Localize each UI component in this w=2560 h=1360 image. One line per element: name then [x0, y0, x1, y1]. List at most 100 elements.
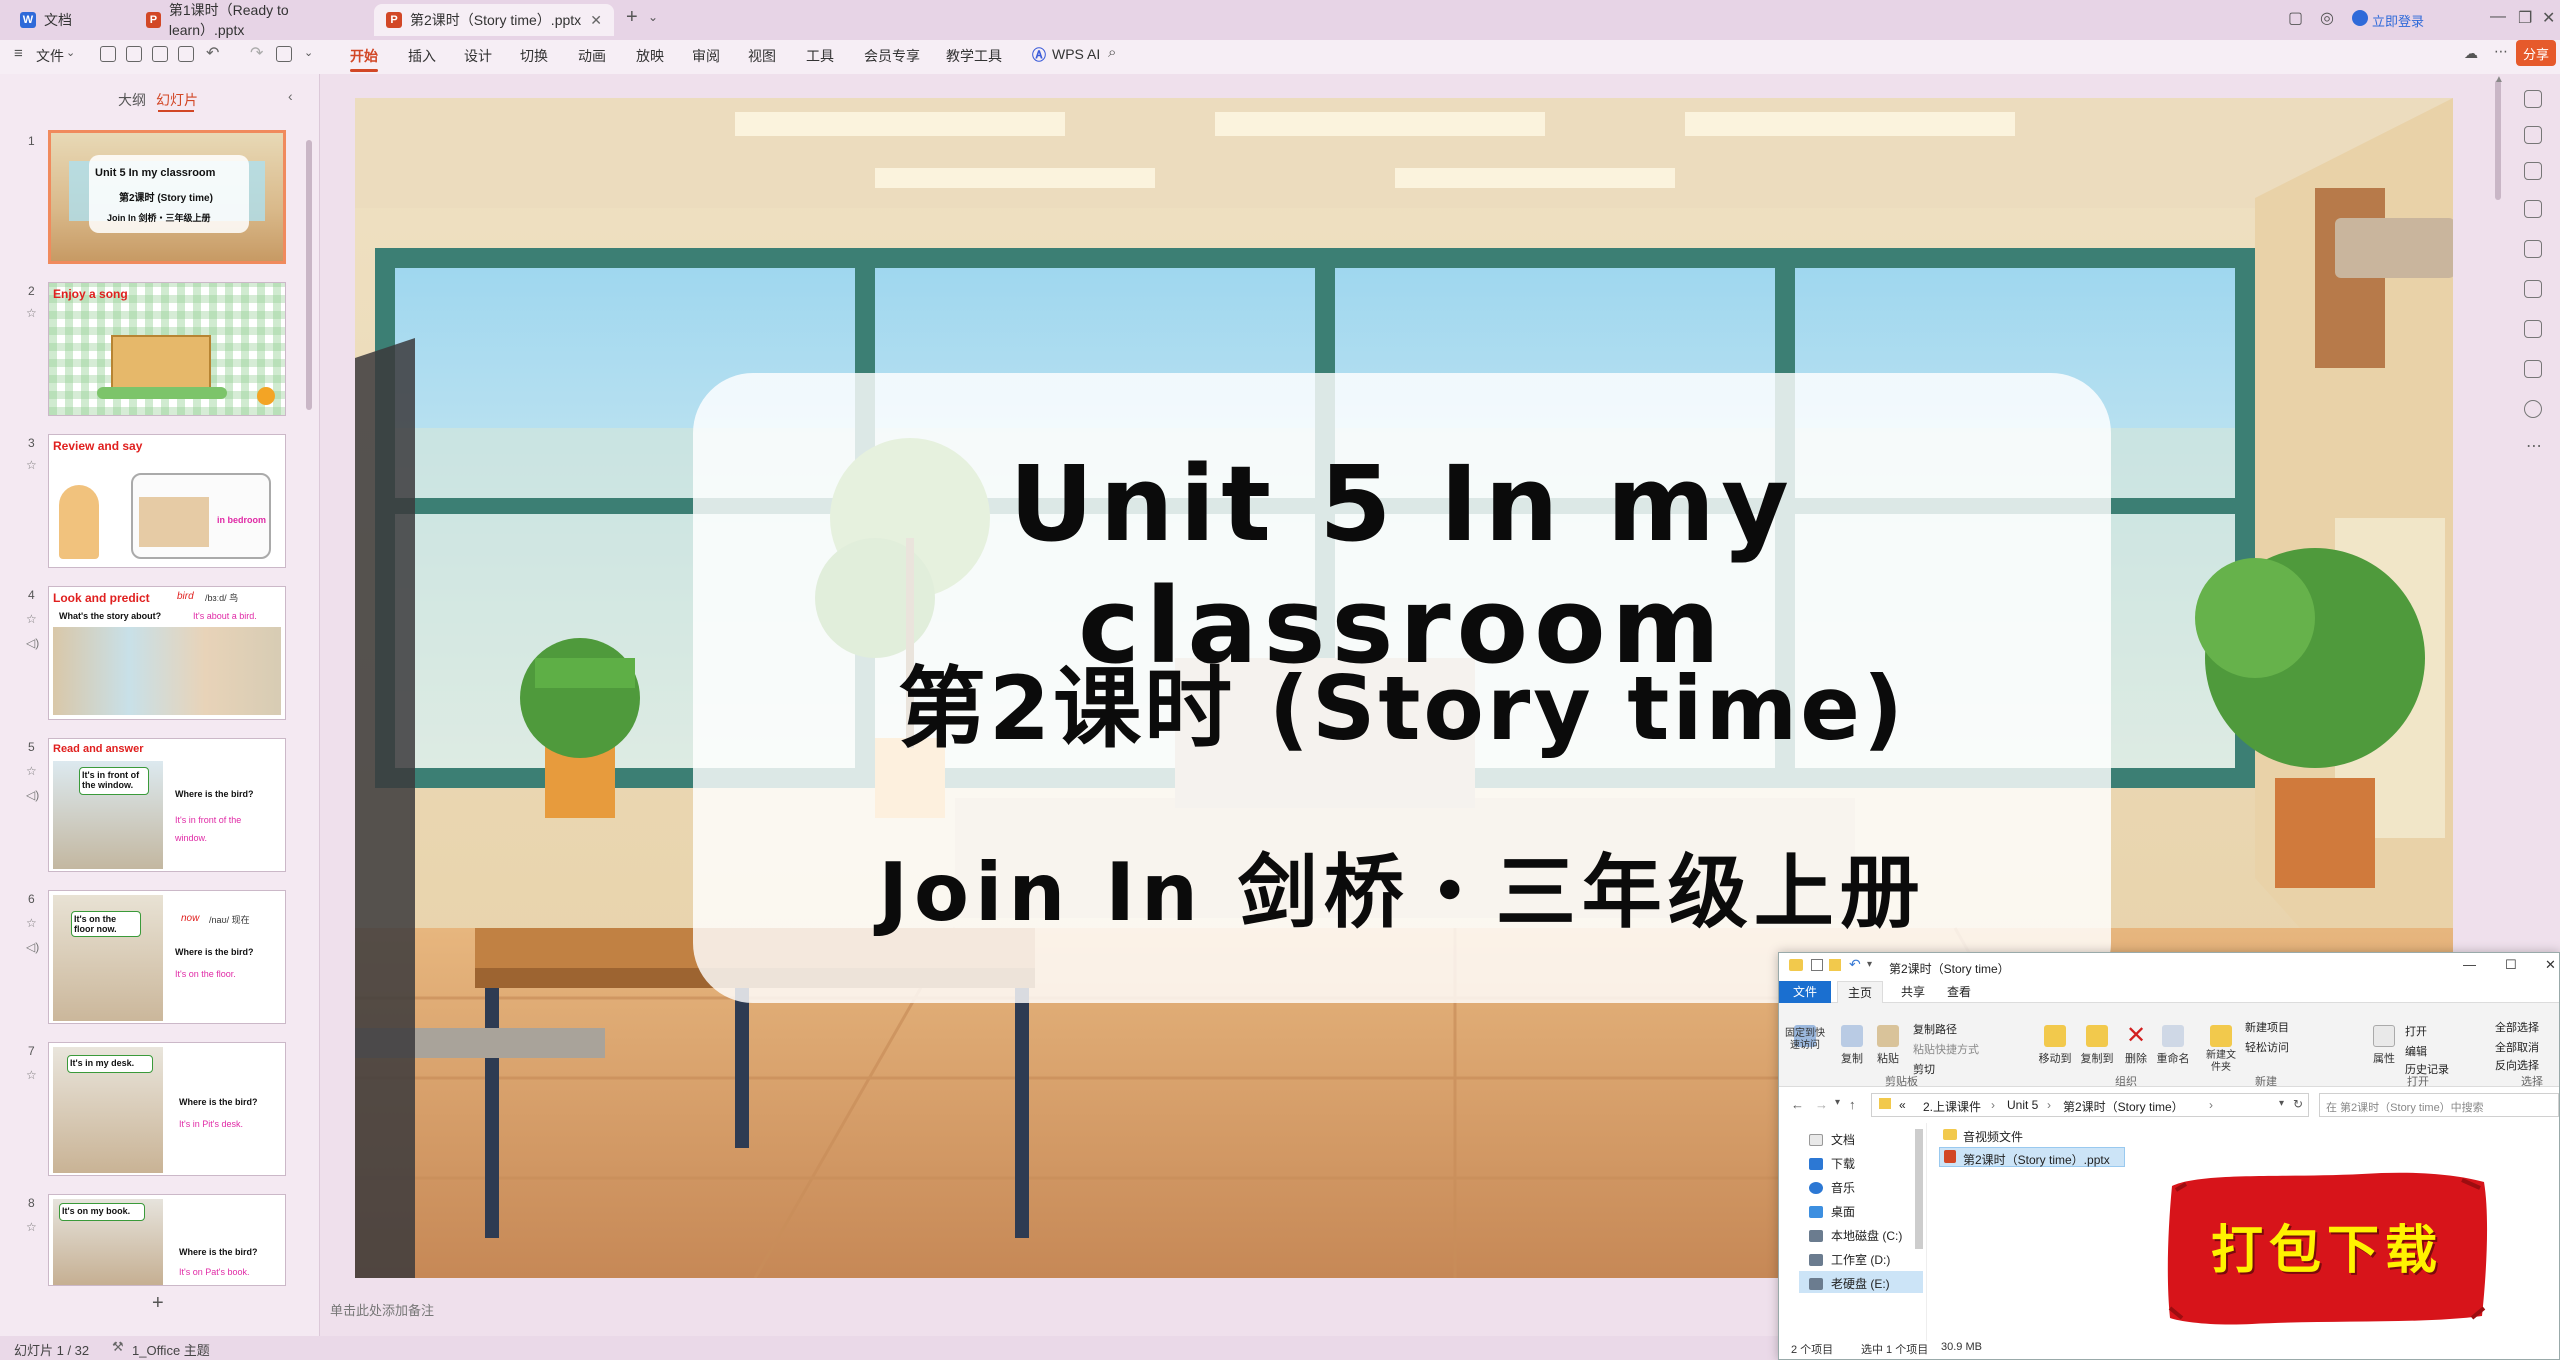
menu-insert[interactable]: 插入	[408, 46, 436, 66]
audio-icon[interactable]: ◁)	[26, 636, 39, 650]
breadcrumb-current[interactable]: 第2课时（Story time）	[2063, 1098, 2184, 1115]
up-icon[interactable]: ↑	[1849, 1097, 1856, 1112]
tab-lesson-1[interactable]: P 第1课时（Ready to learn）.pptx	[134, 2, 366, 38]
preview-icon[interactable]	[178, 46, 194, 62]
menu-tools[interactable]: 工具	[806, 46, 834, 66]
nav-item-drive-d[interactable]: 工作室 (D:)	[1809, 1251, 1890, 1268]
breadcrumb-more[interactable]: «	[1899, 1098, 1906, 1112]
skin-icon[interactable]: ◎	[2320, 8, 2334, 28]
save-icon[interactable]	[100, 46, 116, 62]
layout-icon[interactable]: ▢	[2288, 8, 2303, 28]
search-icon[interactable]: ⌕	[1108, 44, 1116, 61]
ribbon-tab-home[interactable]: 主页	[1837, 981, 1883, 1003]
new-tab-icon[interactable]: +	[626, 6, 638, 29]
add-slide-button[interactable]: +	[152, 1292, 164, 1315]
minimize-icon[interactable]: —	[2463, 957, 2476, 972]
book-icon[interactable]	[2524, 320, 2542, 338]
paste-button[interactable]: 粘贴	[1871, 1025, 1905, 1066]
menu-design[interactable]: 设计	[464, 46, 492, 66]
menu-member[interactable]: 会员专享	[864, 46, 920, 66]
star-icon[interactable]: ☆	[26, 458, 37, 472]
search-field[interactable]: 在 第2课时（Story time）中搜索	[2319, 1093, 2559, 1117]
file-item-pptx[interactable]: 第2课时（Story time）.pptx	[1963, 1151, 2110, 1168]
chevron-down-icon[interactable]: ⌄	[648, 10, 658, 24]
help-icon[interactable]	[2524, 400, 2542, 418]
scroll-up-icon[interactable]: ▲	[2494, 74, 2504, 85]
back-icon[interactable]: ←	[1791, 1097, 1804, 1112]
redo-icon[interactable]: ↷	[250, 43, 263, 63]
more-icon[interactable]: ⋯	[2526, 436, 2542, 456]
nav-item-desktop[interactable]: 桌面	[1809, 1203, 1855, 1220]
more-icon[interactable]: ⋯	[2494, 43, 2508, 60]
slide-thumbnail-4[interactable]: Look and predict bird /bɜːd/ 鸟 What's th…	[48, 586, 286, 720]
audio-icon[interactable]: ◁)	[26, 940, 39, 954]
menu-slideshow[interactable]: 放映	[636, 46, 664, 66]
hamburger-icon[interactable]: ≡	[14, 45, 23, 62]
nav-item-documents[interactable]: 文档	[1809, 1131, 1855, 1148]
star-icon[interactable]: ☆	[26, 612, 37, 626]
slide-scrollbar[interactable]	[2495, 80, 2501, 200]
delete-button[interactable]: ✕ 删除	[2121, 1024, 2151, 1066]
ribbon-tab-share[interactable]: 共享	[1893, 981, 1933, 1003]
slide-thumbnail-7[interactable]: It's in my desk. Where is the bird? It's…	[48, 1042, 286, 1176]
rename-button[interactable]: 重命名	[2153, 1025, 2193, 1066]
star-icon[interactable]: ☆	[26, 306, 37, 320]
menu-animation[interactable]: 动画	[578, 46, 606, 66]
share-button[interactable]: 分享	[2516, 40, 2556, 66]
new-folder-button[interactable]: 新建文件夹	[2203, 1025, 2239, 1074]
refresh-icon[interactable]: ↻	[2293, 1097, 2303, 1111]
properties-button[interactable]: 属性	[2369, 1025, 2399, 1066]
new-folder-icon[interactable]	[1829, 959, 1841, 971]
nav-scrollbar[interactable]	[1915, 1129, 1923, 1249]
chevron-down-icon[interactable]: ⌄	[304, 46, 313, 59]
theme-name[interactable]: 1_Office 主题	[132, 1340, 210, 1359]
new-item-button[interactable]: 新建项目	[2245, 1019, 2289, 1035]
properties-icon[interactable]	[1811, 959, 1823, 971]
edit-button[interactable]: 编辑	[2405, 1043, 2427, 1059]
slide-thumbnail-8[interactable]: It's on my book. Where is the bird? It's…	[48, 1194, 286, 1286]
maximize-icon[interactable]: ☐	[2505, 957, 2517, 973]
breadcrumb-item[interactable]: Unit 5	[2007, 1098, 2038, 1112]
slide-thumbnail-2[interactable]: Enjoy a song	[48, 282, 286, 416]
menu-review[interactable]: 审阅	[692, 46, 720, 66]
invert-selection-button[interactable]: 反向选择	[2495, 1057, 2539, 1073]
select-none-button[interactable]: 全部取消	[2495, 1039, 2539, 1055]
cloud-icon[interactable]: ☁	[2464, 45, 2478, 62]
menu-file[interactable]: 文件	[36, 46, 64, 66]
menu-view[interactable]: 视图	[748, 46, 776, 66]
ribbon-tab-view[interactable]: 查看	[1939, 981, 1979, 1003]
file-item-folder[interactable]: 音视频文件	[1963, 1128, 2023, 1145]
tab-documents[interactable]: W 文档	[8, 4, 128, 36]
copy-to-button[interactable]: 复制到	[2077, 1025, 2117, 1066]
login-link[interactable]: 立即登录	[2372, 11, 2424, 30]
breadcrumb-item[interactable]: 2.上课课件	[1923, 1098, 1981, 1115]
menu-transition[interactable]: 切换	[520, 46, 548, 66]
paste-shortcut-button[interactable]: 粘贴快捷方式	[1913, 1041, 1979, 1057]
tab-outline[interactable]: 大纲	[118, 90, 146, 110]
avatar-icon[interactable]	[2352, 10, 2368, 26]
nav-item-music[interactable]: 音乐	[1809, 1179, 1855, 1196]
move-to-button[interactable]: 移动到	[2035, 1025, 2075, 1066]
select-all-button[interactable]: 全部选择	[2495, 1019, 2539, 1035]
chevron-down-icon[interactable]: ▾	[2279, 1098, 2284, 1109]
close-window-icon[interactable]: ✕	[2542, 8, 2555, 28]
nav-item-drive-e[interactable]: 老硬盘 (E:)	[1809, 1275, 1890, 1292]
copy-path-button[interactable]: 复制路径	[1913, 1021, 1957, 1037]
copy-button[interactable]: 复制	[1837, 1025, 1867, 1066]
slide-course[interactable]: Join In 剑桥・三年级上册	[693, 828, 2111, 944]
notes-placeholder[interactable]: 单击此处添加备注	[330, 1300, 434, 1319]
menu-home[interactable]: 开始	[350, 46, 378, 72]
menu-wps-ai[interactable]: WPS AI	[1052, 46, 1100, 62]
nav-item-downloads[interactable]: 下载	[1809, 1155, 1855, 1172]
print-icon[interactable]	[152, 46, 168, 62]
slide-thumbnail-6[interactable]: It's on the floor now. now /naʊ/ 现在 Wher…	[48, 890, 286, 1024]
tab-slides[interactable]: 幻灯片	[156, 90, 198, 110]
ribbon-tab-file[interactable]: 文件	[1779, 981, 1831, 1003]
slide-thumbnail-5[interactable]: Read and answer It's in front of the win…	[48, 738, 286, 872]
slide-thumbnail-3[interactable]: Review and say in bedroom	[48, 434, 286, 568]
star-icon[interactable]: ☆	[26, 764, 37, 778]
close-tab-icon[interactable]: ✕	[590, 12, 602, 29]
favorite-icon[interactable]	[2524, 162, 2542, 180]
tools-icon[interactable]	[2524, 280, 2542, 298]
chevron-down-icon[interactable]: ▾	[1835, 1097, 1840, 1108]
